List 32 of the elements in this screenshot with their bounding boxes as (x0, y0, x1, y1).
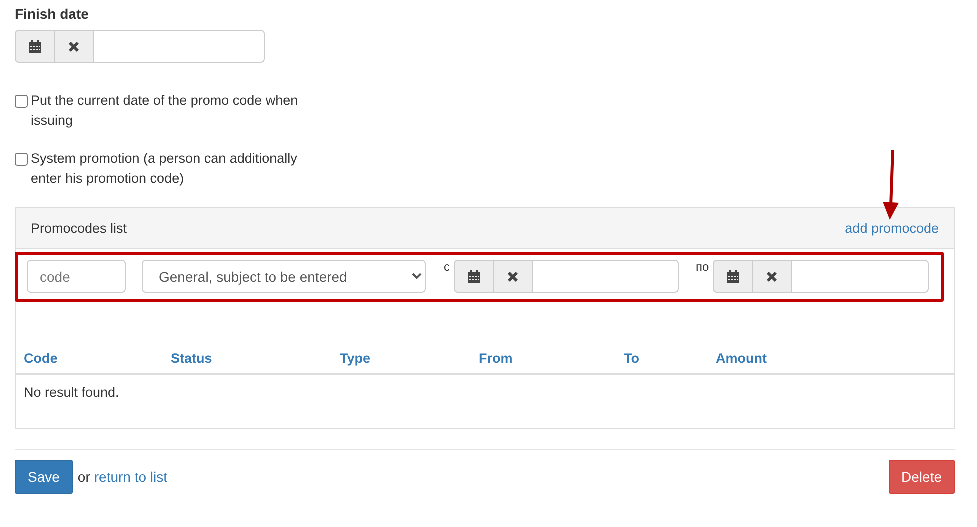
clear-icon[interactable] (493, 260, 532, 293)
panel-title: Promocodes list (31, 220, 128, 236)
column-header[interactable]: Type (340, 351, 479, 366)
from-label: с (444, 260, 450, 274)
column-header[interactable]: Amount (716, 351, 916, 366)
to-label: по (696, 260, 710, 274)
clear-icon[interactable] (54, 30, 93, 63)
clear-icon[interactable] (752, 260, 792, 293)
annotation-arrow (881, 150, 901, 222)
type-dropdown[interactable]: General, subject to be entered (142, 260, 426, 293)
checkbox[interactable] (15, 95, 28, 108)
checkbox[interactable] (15, 153, 28, 166)
date-field[interactable] (791, 260, 930, 293)
date-field[interactable] (532, 260, 679, 293)
field-label: Finish date (15, 6, 90, 24)
calendar-icon[interactable] (713, 260, 752, 293)
calendar-icon[interactable] (15, 30, 54, 63)
save-button[interactable]: Save (15, 460, 73, 494)
date-field[interactable] (93, 30, 265, 63)
column-header[interactable]: Status (171, 351, 340, 366)
empty-message: No result found. (24, 385, 120, 400)
column-header[interactable]: To (624, 351, 716, 366)
column-header[interactable]: From (479, 351, 624, 366)
calendar-icon[interactable] (454, 260, 493, 293)
delete-button[interactable]: Delete (888, 460, 955, 494)
or-text: or (78, 469, 90, 485)
checkbox-label: Put the current date of the promo code when issuing (31, 92, 300, 130)
add-promocode-link[interactable]: add promocode (845, 220, 939, 236)
return-link[interactable]: return to list (94, 469, 168, 485)
checkbox-label: System promotion (a person can additionally enter his promotion code) (31, 150, 298, 188)
code-field[interactable]: code (27, 260, 126, 293)
column-header[interactable]: Code (24, 351, 171, 366)
